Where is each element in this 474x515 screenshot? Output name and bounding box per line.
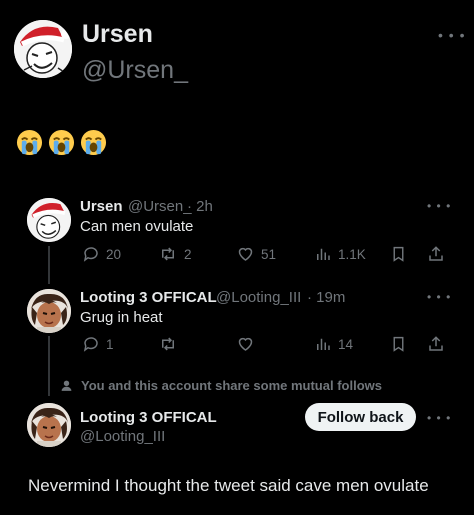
reply-button[interactable]: 1 — [82, 335, 114, 353]
views-button[interactable]: 14 — [314, 335, 353, 353]
repost-count: 2 — [184, 246, 192, 262]
more-options-icon[interactable]: • • • — [427, 199, 451, 213]
tweet-author-name[interactable]: Looting 3 OFFICAL — [80, 289, 217, 306]
reply-icon — [83, 337, 98, 352]
tweet-author-handle[interactable]: @Looting_III — [216, 289, 301, 306]
bookmark-button[interactable] — [390, 335, 407, 353]
loudly-crying-face-icon — [48, 129, 75, 156]
tweet-author-handle[interactable]: @Ursen_ — [128, 198, 192, 215]
heart-icon — [238, 247, 253, 261]
like-count: 51 — [261, 246, 277, 262]
heart-icon — [238, 337, 253, 351]
post-text — [16, 129, 107, 156]
reply-count: 1 — [106, 336, 114, 352]
repost-button[interactable] — [158, 335, 184, 353]
views-icon — [317, 338, 330, 350]
reply-author-handle[interactable]: @Looting_III — [80, 428, 165, 445]
views-count: 14 — [338, 336, 354, 352]
avatar[interactable] — [27, 198, 71, 242]
thread-line — [48, 246, 50, 284]
bookmark-icon — [393, 336, 404, 352]
share-button[interactable] — [427, 335, 445, 353]
reply-button[interactable]: 20 — [82, 245, 121, 263]
repost-icon — [162, 247, 174, 261]
tweet-author-name[interactable]: Ursen — [80, 198, 123, 215]
more-options-icon[interactable]: • • • — [427, 411, 451, 425]
thread-line — [48, 336, 50, 396]
tweet-text: Grug in heat — [80, 309, 163, 326]
more-options-icon[interactable]: • • • — [438, 27, 465, 43]
share-button[interactable] — [427, 245, 445, 263]
tweet-text: Can men ovulate — [80, 218, 194, 235]
like-button[interactable] — [236, 335, 261, 353]
repost-icon — [162, 337, 174, 351]
bookmark-button[interactable] — [390, 245, 407, 263]
avatar[interactable] — [27, 403, 71, 447]
tweet-timestamp[interactable]: · 19m — [307, 289, 345, 306]
avatar[interactable] — [14, 20, 72, 78]
views-button[interactable]: 1.1K — [314, 245, 366, 263]
repost-button[interactable]: 2 — [158, 245, 192, 263]
views-count: 1.1K — [338, 246, 366, 262]
mutual-follows-text: You and this account share some mutual f… — [81, 378, 382, 393]
loudly-crying-face-icon — [80, 129, 107, 156]
mutual-follows-note: You and this account share some mutual f… — [60, 378, 382, 393]
like-button[interactable]: 51 — [236, 245, 276, 263]
reply-count: 20 — [106, 246, 122, 262]
share-icon — [429, 246, 443, 261]
reply-icon — [83, 247, 98, 262]
more-options-icon[interactable]: • • • — [427, 290, 451, 304]
author-name[interactable]: Ursen — [82, 20, 153, 49]
reply-author-name[interactable]: Looting 3 OFFICAL — [80, 409, 217, 426]
loudly-crying-face-icon — [16, 129, 43, 156]
follow-back-button[interactable]: Follow back — [305, 403, 416, 431]
author-handle[interactable]: @Ursen_ — [82, 56, 188, 85]
person-icon — [61, 380, 72, 391]
avatar[interactable] — [27, 289, 71, 333]
tweet-timestamp[interactable]: · 2h — [187, 198, 213, 215]
bookmark-icon — [393, 246, 404, 262]
reply-text: Nevermind I thought the tweet said cave … — [28, 476, 429, 495]
views-icon — [317, 248, 330, 260]
share-icon — [429, 336, 443, 351]
